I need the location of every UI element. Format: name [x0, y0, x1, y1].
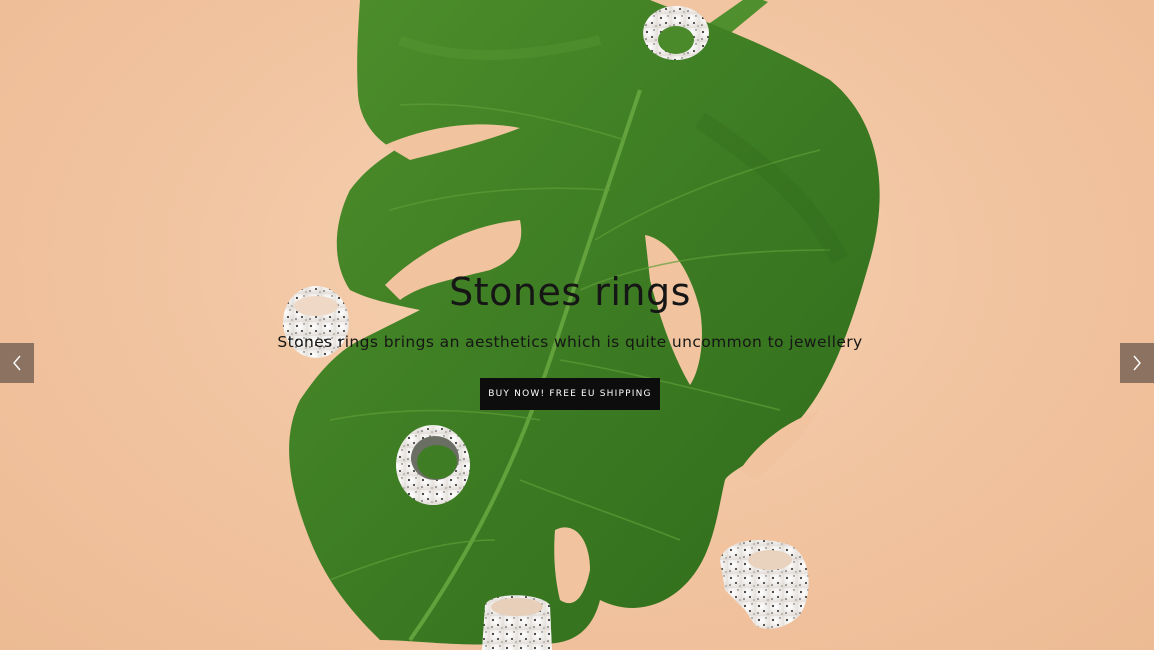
slide-caption: Stones rings Stones rings brings an aest…: [0, 0, 1154, 650]
chevron-right-icon: [1133, 355, 1141, 371]
buy-now-button[interactable]: BUY NOW! FREE EU SHIPPING: [480, 378, 660, 410]
next-slide-button[interactable]: [1120, 343, 1154, 383]
slide-title: Stones rings: [449, 270, 691, 314]
previous-slide-button[interactable]: [0, 343, 34, 383]
slide-subtitle: Stones rings brings an aesthetics which …: [277, 333, 863, 351]
hero-slideshow: Stones rings Stones rings brings an aest…: [0, 0, 1154, 650]
chevron-left-icon: [13, 355, 21, 371]
